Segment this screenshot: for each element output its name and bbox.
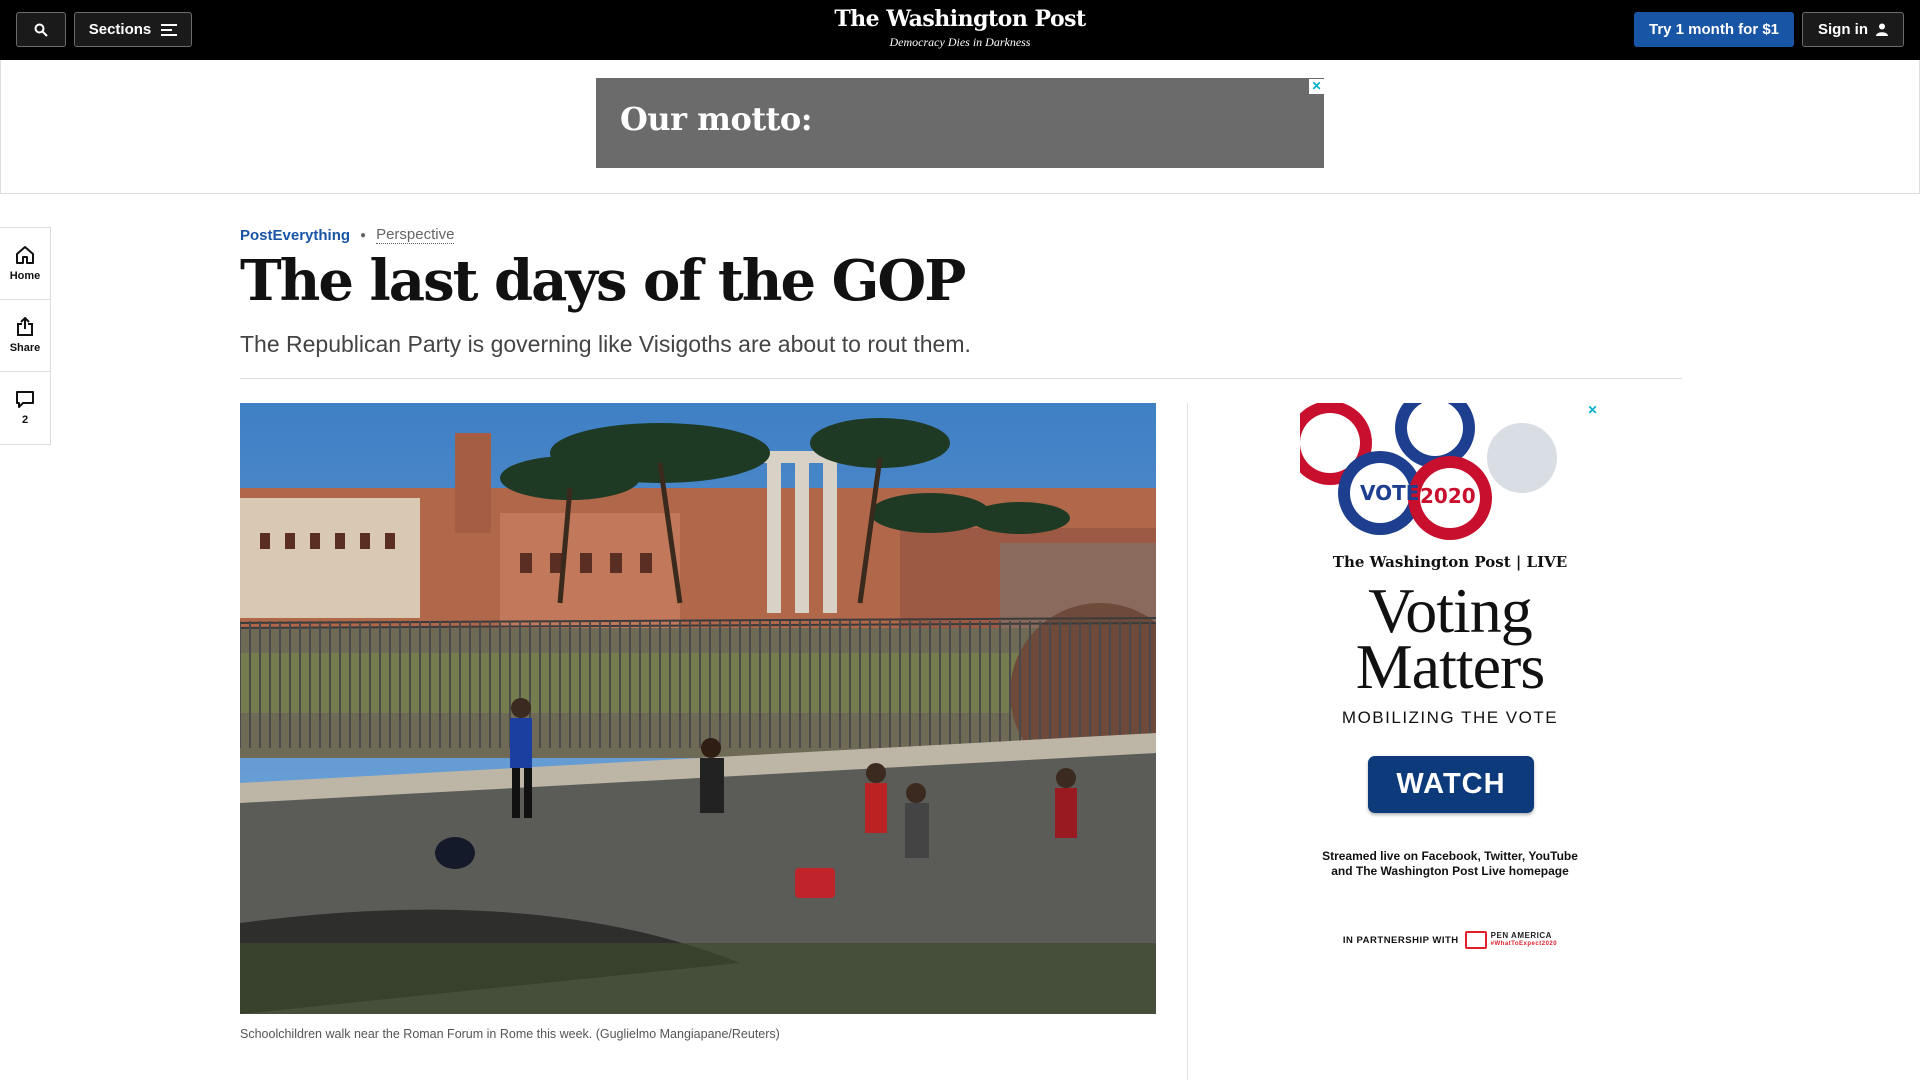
article-subheadline: The Republican Party is governing like V… bbox=[240, 331, 971, 357]
ad-title-line-2: Matters bbox=[1355, 631, 1546, 702]
comments-button[interactable]: 2 bbox=[0, 372, 50, 444]
site-logo[interactable]: The Washington Post bbox=[760, 6, 1160, 32]
site-tagline: Democracy Dies in Darkness bbox=[889, 35, 1031, 49]
perspective-label[interactable]: Perspective bbox=[376, 226, 455, 244]
column-divider bbox=[1187, 403, 1188, 1080]
search-button[interactable] bbox=[16, 12, 66, 47]
comment-icon bbox=[16, 391, 34, 408]
partner-hashtag: #WhatToExpect2020 bbox=[1490, 941, 1558, 947]
kicker-separator: ● bbox=[360, 229, 367, 241]
sign-in-button[interactable]: Sign in bbox=[1802, 12, 1904, 47]
pen-america-logo: PEN AMERICA #WhatToExpect2020 bbox=[1464, 931, 1558, 949]
user-icon bbox=[1876, 23, 1888, 36]
ad-headline: Our motto: bbox=[620, 100, 813, 138]
top-banner-ad[interactable]: Our motto: bbox=[596, 78, 1324, 168]
watch-button[interactable]: WATCH bbox=[1368, 756, 1534, 813]
speech-bubble-icon bbox=[1464, 931, 1487, 949]
home-label: Home bbox=[9, 270, 41, 282]
lead-photo[interactable] bbox=[240, 403, 1156, 1014]
masthead[interactable]: The Washington Post Democracy Dies in Da… bbox=[760, 6, 1160, 50]
ad-title: Voting Matters bbox=[1300, 579, 1600, 702]
article-kicker: PostEverything ● Perspective bbox=[240, 226, 455, 244]
left-rail: Home Share 2 bbox=[0, 227, 51, 445]
comments-count: 2 bbox=[21, 414, 29, 426]
ad-close-icon[interactable]: ✕ bbox=[1585, 403, 1600, 418]
sections-button[interactable]: Sections bbox=[74, 12, 192, 47]
sections-label: Sections bbox=[88, 21, 152, 38]
partner-label: IN PARTNERSHIP WITH bbox=[1342, 934, 1459, 946]
roman-forum-image bbox=[240, 403, 1156, 1014]
sign-in-label: Sign in bbox=[1818, 21, 1868, 38]
top-navigation-bar: Sections The Washington Post Democracy D… bbox=[0, 0, 1920, 60]
ad-brand: The Washington Post | LIVE bbox=[1332, 553, 1568, 571]
menu-icon bbox=[161, 23, 178, 36]
ad-subtitle: MOBILIZING THE VOTE bbox=[1341, 708, 1559, 727]
ad-partner: IN PARTNERSHIP WITH PEN AMERICA #WhatToE… bbox=[1300, 931, 1600, 949]
vote-pin-text-1: VOTE bbox=[1360, 481, 1419, 505]
section-link[interactable]: PostEverything bbox=[240, 227, 350, 244]
partner-name: PEN AMERICA bbox=[1490, 931, 1552, 940]
photo-caption: Schoolchildren walk near the Roman Forum… bbox=[240, 1027, 780, 1041]
header-divider bbox=[240, 378, 1682, 379]
home-button[interactable]: Home bbox=[0, 228, 50, 300]
share-label: Share bbox=[9, 342, 41, 354]
sidebar-ad[interactable]: VOTE 2020 The Washington Post | LIVE Vot… bbox=[1300, 403, 1600, 1003]
subscribe-button[interactable]: Try 1 month for $1 bbox=[1634, 12, 1794, 47]
vote-pin-text-2: 2020 bbox=[1420, 484, 1476, 508]
article-headline: The last days of the GOP bbox=[240, 248, 966, 314]
stream-line-1: Streamed live on Facebook, Twitter, YouT… bbox=[1322, 849, 1578, 863]
ad-stream-info: Streamed live on Facebook, Twitter, YouT… bbox=[1300, 849, 1600, 879]
share-button[interactable]: Share bbox=[0, 300, 50, 372]
home-icon bbox=[16, 246, 34, 264]
search-icon bbox=[34, 23, 48, 37]
share-icon bbox=[17, 317, 33, 336]
ad-close-icon[interactable]: ✕ bbox=[1309, 79, 1324, 94]
stream-line-2: and The Washington Post Live homepage bbox=[1331, 864, 1569, 878]
vote-buttons-image: VOTE 2020 bbox=[1300, 403, 1557, 540]
